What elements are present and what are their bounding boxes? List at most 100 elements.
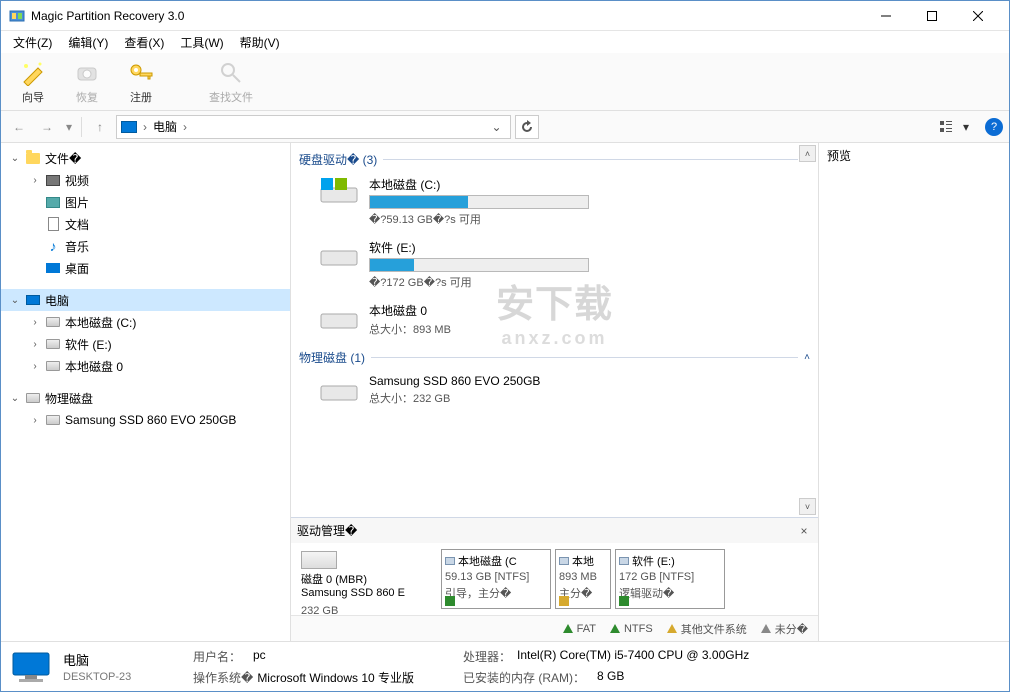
refresh-button[interactable] [515,115,539,139]
preview-pane: 预览 [819,143,1009,641]
find-button[interactable]: 查找文件 [207,57,255,107]
app-icon [9,8,25,24]
status-computer: 电脑 [63,650,183,669]
menu-tools[interactable]: 工具(W) [172,32,231,53]
minimize-button[interactable] [863,1,909,31]
chevron-down-icon: ▾ [957,118,975,136]
computer-icon [121,121,137,133]
tree-drive-0[interactable]: › 本地磁盘 0 [1,355,290,377]
expand-icon[interactable]: › [29,317,41,328]
os-value: Microsoft Windows 10 专业版 [257,669,414,686]
recover-label: 恢复 [76,89,98,105]
drive-info: �?59.13 GB�?s 可用 [369,211,808,227]
recover-button[interactable]: 恢复 [63,57,111,107]
expand-icon[interactable]: › [29,361,41,372]
disk-label: 磁盘 0 (MBR) [301,571,433,587]
titlebar: Magic Partition Recovery 3.0 [1,1,1009,31]
drive-list: 安下载 anxz.com ˄ 硬盘驱动� (3) ˄ 本地磁盘 (C:) �?5… [291,143,818,517]
drive-name: 本地磁盘 (C:) [369,176,808,193]
os-label: 操作系统� [193,669,253,686]
drive-icon [319,176,359,206]
expand-icon[interactable]: › [29,415,41,426]
sidebar: ⌄ 文件� › 视频 图片 文档 ♪ 音乐 桌面 [1,143,291,641]
close-panel-button[interactable]: × [796,524,812,538]
collapse-icon[interactable]: ⌄ [9,295,21,306]
menu-file[interactable]: 文件(Z) [5,32,60,53]
tree-music[interactable]: ♪ 音乐 [1,235,290,257]
collapse-icon[interactable]: ⌄ [9,153,21,164]
tree-ssd[interactable]: › Samsung SSD 860 EVO 250GB [1,409,290,431]
up-button[interactable]: ↑ [88,116,112,138]
tree-computer[interactable]: ⌄ 电脑 [1,289,290,311]
drive-info: �?172 GB�?s 可用 [369,274,808,290]
menu-help[interactable]: 帮助(V) [232,32,288,53]
document-icon [45,216,61,232]
key-icon [127,59,155,87]
computer-icon [25,292,41,308]
tree-pictures[interactable]: 图片 [1,191,290,213]
group-physical[interactable]: 物理磁盘 (1) ˄ [297,345,812,370]
tree-files[interactable]: ⌄ 文件� [1,147,290,169]
history-dropdown[interactable]: ▾ [63,116,75,138]
tree-drive-c[interactable]: › 本地磁盘 (C:) [1,311,290,333]
statusbar: 电脑 DESKTOP-23 用户名：pc 操作系统�Microsoft Wind… [1,641,1009,691]
menubar: 文件(Z) 编辑(Y) 查看(X) 工具(W) 帮助(V) [1,31,1009,53]
breadcrumb-root[interactable]: 电脑 [153,118,177,135]
tree-physical[interactable]: ⌄ 物理磁盘 [1,387,290,409]
view-selector[interactable]: ▾ [937,118,975,136]
wizard-button[interactable]: 向导 [9,57,57,107]
find-label: 查找文件 [209,89,253,105]
disk-summary[interactable]: 磁盘 0 (MBR) Samsung SSD 860 E 232 GB 物理磁盘 [297,549,437,609]
tree-desktop[interactable]: 桌面 [1,257,290,279]
chevron-up-icon: ˄ [804,352,810,363]
drive-name: 软件 (E:) [369,239,808,256]
maximize-button[interactable] [909,1,955,31]
menu-view[interactable]: 查看(X) [116,32,172,53]
close-button[interactable] [955,1,1001,31]
drive-icon [319,239,359,269]
view-icon [937,118,955,136]
address-bar[interactable]: › 电脑 › ⌄ [116,115,511,139]
folder-icon [25,150,41,166]
drive-e[interactable]: 软件 (E:) �?172 GB�?s 可用 [297,235,812,298]
register-button[interactable]: 注册 [117,57,165,107]
scroll-up-button[interactable]: ˄ [799,145,816,162]
disk-icon [301,551,337,569]
collapse-icon[interactable]: ⌄ [9,393,21,404]
drive-name: Samsung SSD 860 EVO 250GB [369,374,808,388]
drive-ssd[interactable]: Samsung SSD 860 EVO 250GB 总大小：232 GB [297,370,812,414]
drive-icon [25,390,41,406]
partition-icon [619,557,629,565]
partition-0[interactable]: 本地 893 MB 主分� [555,549,611,609]
pictures-icon [45,194,61,210]
register-label: 注册 [130,89,152,105]
cpu-label: 处理器： [463,648,513,665]
ntfs-tag [619,596,629,606]
drive-0[interactable]: 本地磁盘 0 总大小：893 MB [297,298,812,345]
group-hdd[interactable]: 硬盘驱动� (3) ˄ [297,147,812,172]
address-dropdown[interactable]: ⌄ [488,120,506,134]
tree-video[interactable]: › 视频 [1,169,290,191]
navbar: ← → ▾ ↑ › 电脑 › ⌄ ▾ ? [1,111,1009,143]
partition-c[interactable]: 本地磁盘 (C 59.13 GB [NTFS] 引导，主分� [441,549,551,609]
drive-icon [45,314,61,330]
user-label: 用户名： [193,648,249,665]
menu-edit[interactable]: 编辑(Y) [60,32,116,53]
back-button[interactable]: ← [7,116,31,138]
drive-mgmt-header: 驱动管理� × [291,518,818,543]
tree-drive-e[interactable]: › 软件 (E:) [1,333,290,355]
tree-documents[interactable]: 文档 [1,213,290,235]
wizard-label: 向导 [22,89,44,105]
forward-button[interactable]: → [35,116,59,138]
drive-c[interactable]: 本地磁盘 (C:) �?59.13 GB�?s 可用 [297,172,812,235]
window-title: Magic Partition Recovery 3.0 [31,9,863,23]
breadcrumb-sep: › [141,120,149,134]
ntfs-tag [445,596,455,606]
expand-icon[interactable]: › [29,175,41,186]
help-button[interactable]: ? [985,118,1003,136]
legend-unalloc: 未分� [761,621,808,637]
expand-icon[interactable]: › [29,339,41,350]
scroll-down-button[interactable]: ˅ [799,498,816,515]
drive-icon [45,358,61,374]
partition-e[interactable]: 软件 (E:) 172 GB [NTFS] 逻辑驱动� [615,549,725,609]
